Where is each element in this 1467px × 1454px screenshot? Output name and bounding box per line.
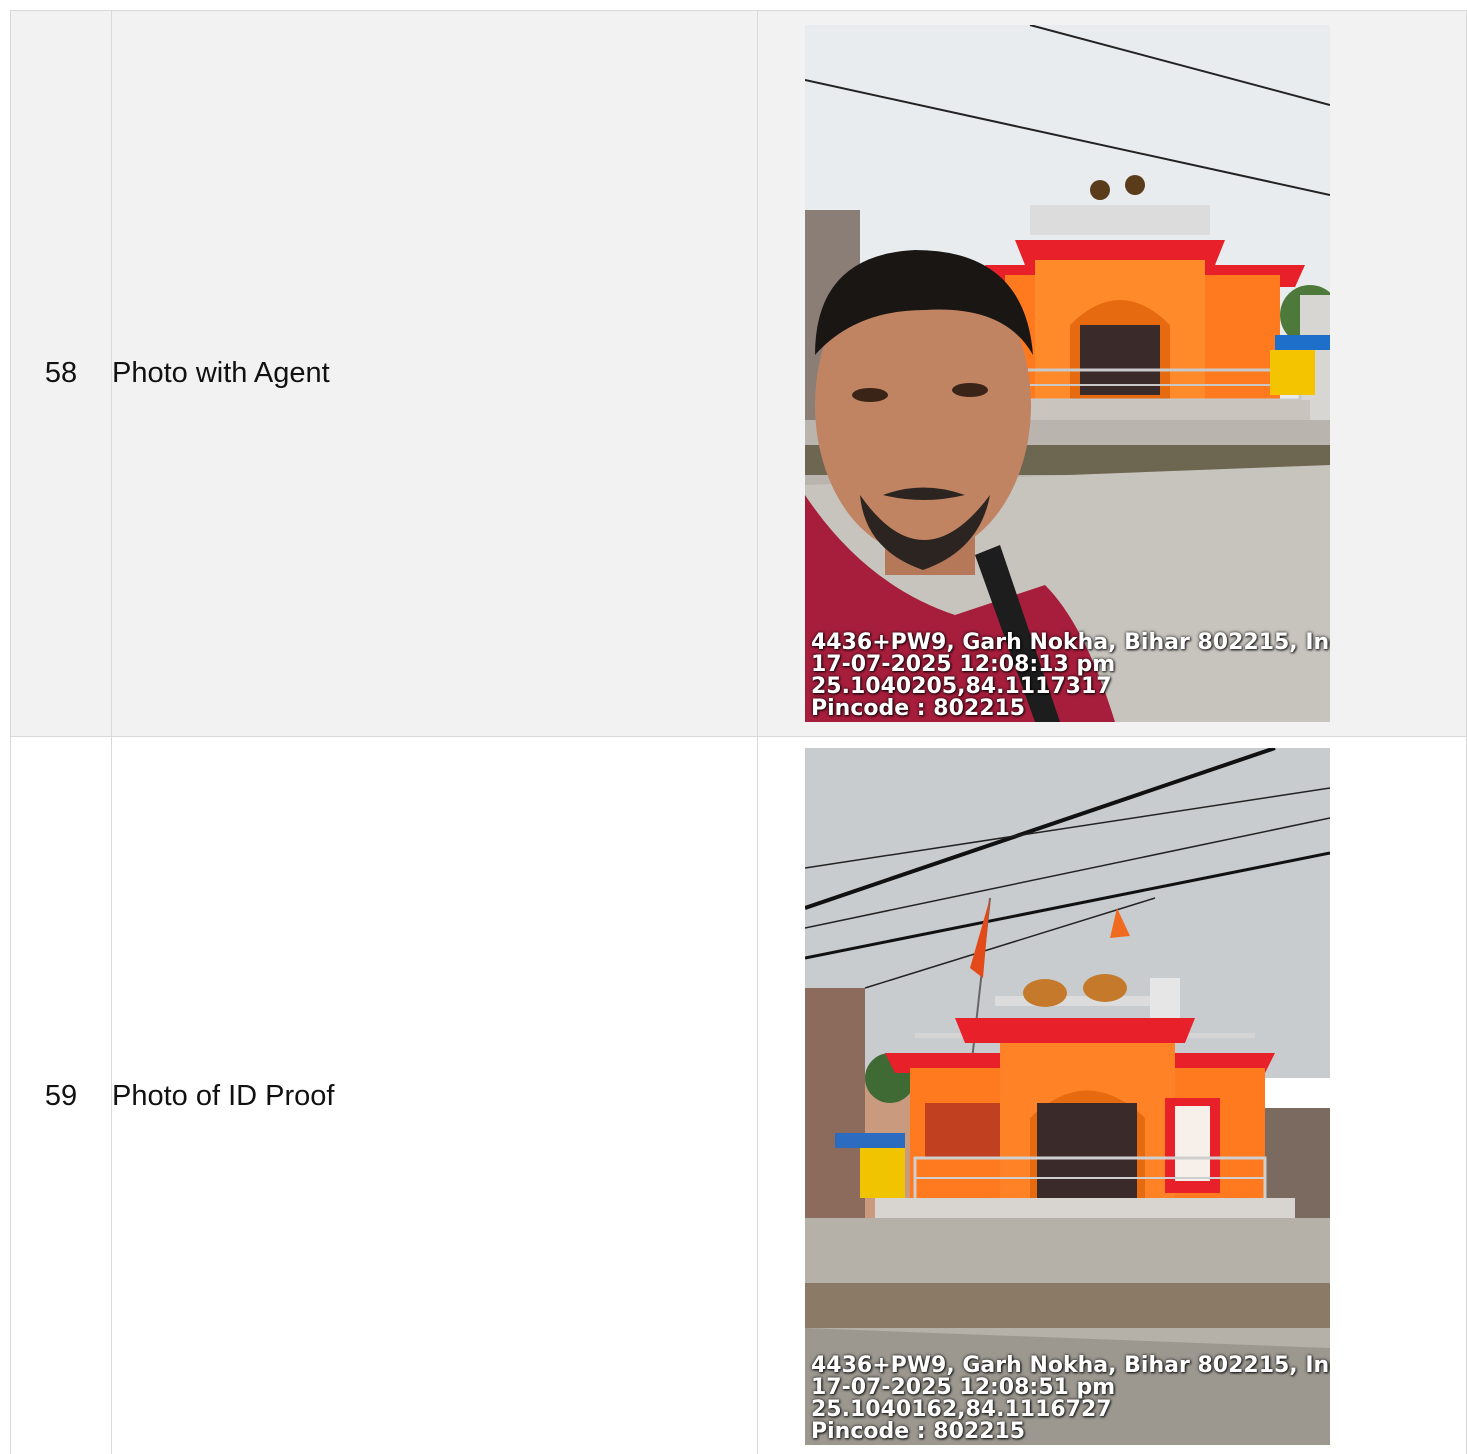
photo-location-stamp: 4436+PW9, Garh Nokha, Bihar 802215, Inc … bbox=[811, 632, 1330, 720]
photo-cell: 4436+PW9, Garh Nokha, Bihar 802215, Inc … bbox=[757, 736, 1467, 1454]
agent-selfie-photo: 4436+PW9, Garh Nokha, Bihar 802215, Inc … bbox=[805, 25, 1330, 722]
table-row: 59 Photo of ID Proof 4436+PW9, Garh Nokh… bbox=[10, 736, 1467, 1454]
stamp-address: 4436+PW9, Garh Nokha, Bihar 802215, Inc bbox=[811, 630, 1330, 655]
stamp-datetime: 17-07-2025 12:08:13 pm bbox=[811, 652, 1116, 677]
photo-table: 58 Photo with Agent 4436+PW9, Garh Nokha… bbox=[10, 10, 1467, 1454]
selfie-photo-image bbox=[805, 25, 1330, 722]
row-label: Photo with Agent bbox=[111, 10, 758, 737]
row-number: 59 bbox=[10, 736, 112, 1454]
report-page: 58 Photo with Agent 4436+PW9, Garh Nokha… bbox=[0, 0, 1467, 1454]
photo-cell: 4436+PW9, Garh Nokha, Bihar 802215, Inc … bbox=[757, 10, 1467, 737]
stamp-datetime: 17-07-2025 12:08:51 pm bbox=[811, 1375, 1116, 1400]
row-label: Photo of ID Proof bbox=[111, 736, 758, 1454]
id-proof-photo: 4436+PW9, Garh Nokha, Bihar 802215, Inc … bbox=[805, 748, 1330, 1445]
row-number: 58 bbox=[10, 10, 112, 737]
photo-location-stamp: 4436+PW9, Garh Nokha, Bihar 802215, Inc … bbox=[811, 1355, 1330, 1443]
stamp-pincode: Pincode : 802215 bbox=[811, 696, 1026, 721]
stamp-coordinates: 25.1040162,84.1116727 bbox=[811, 1397, 1112, 1422]
temple-photo-image bbox=[805, 748, 1330, 1445]
stamp-pincode: Pincode : 802215 bbox=[811, 1419, 1026, 1444]
table-row: 58 Photo with Agent 4436+PW9, Garh Nokha… bbox=[10, 10, 1467, 737]
stamp-coordinates: 25.1040205,84.1117317 bbox=[811, 674, 1112, 699]
stamp-address: 4436+PW9, Garh Nokha, Bihar 802215, Inc bbox=[811, 1353, 1330, 1378]
